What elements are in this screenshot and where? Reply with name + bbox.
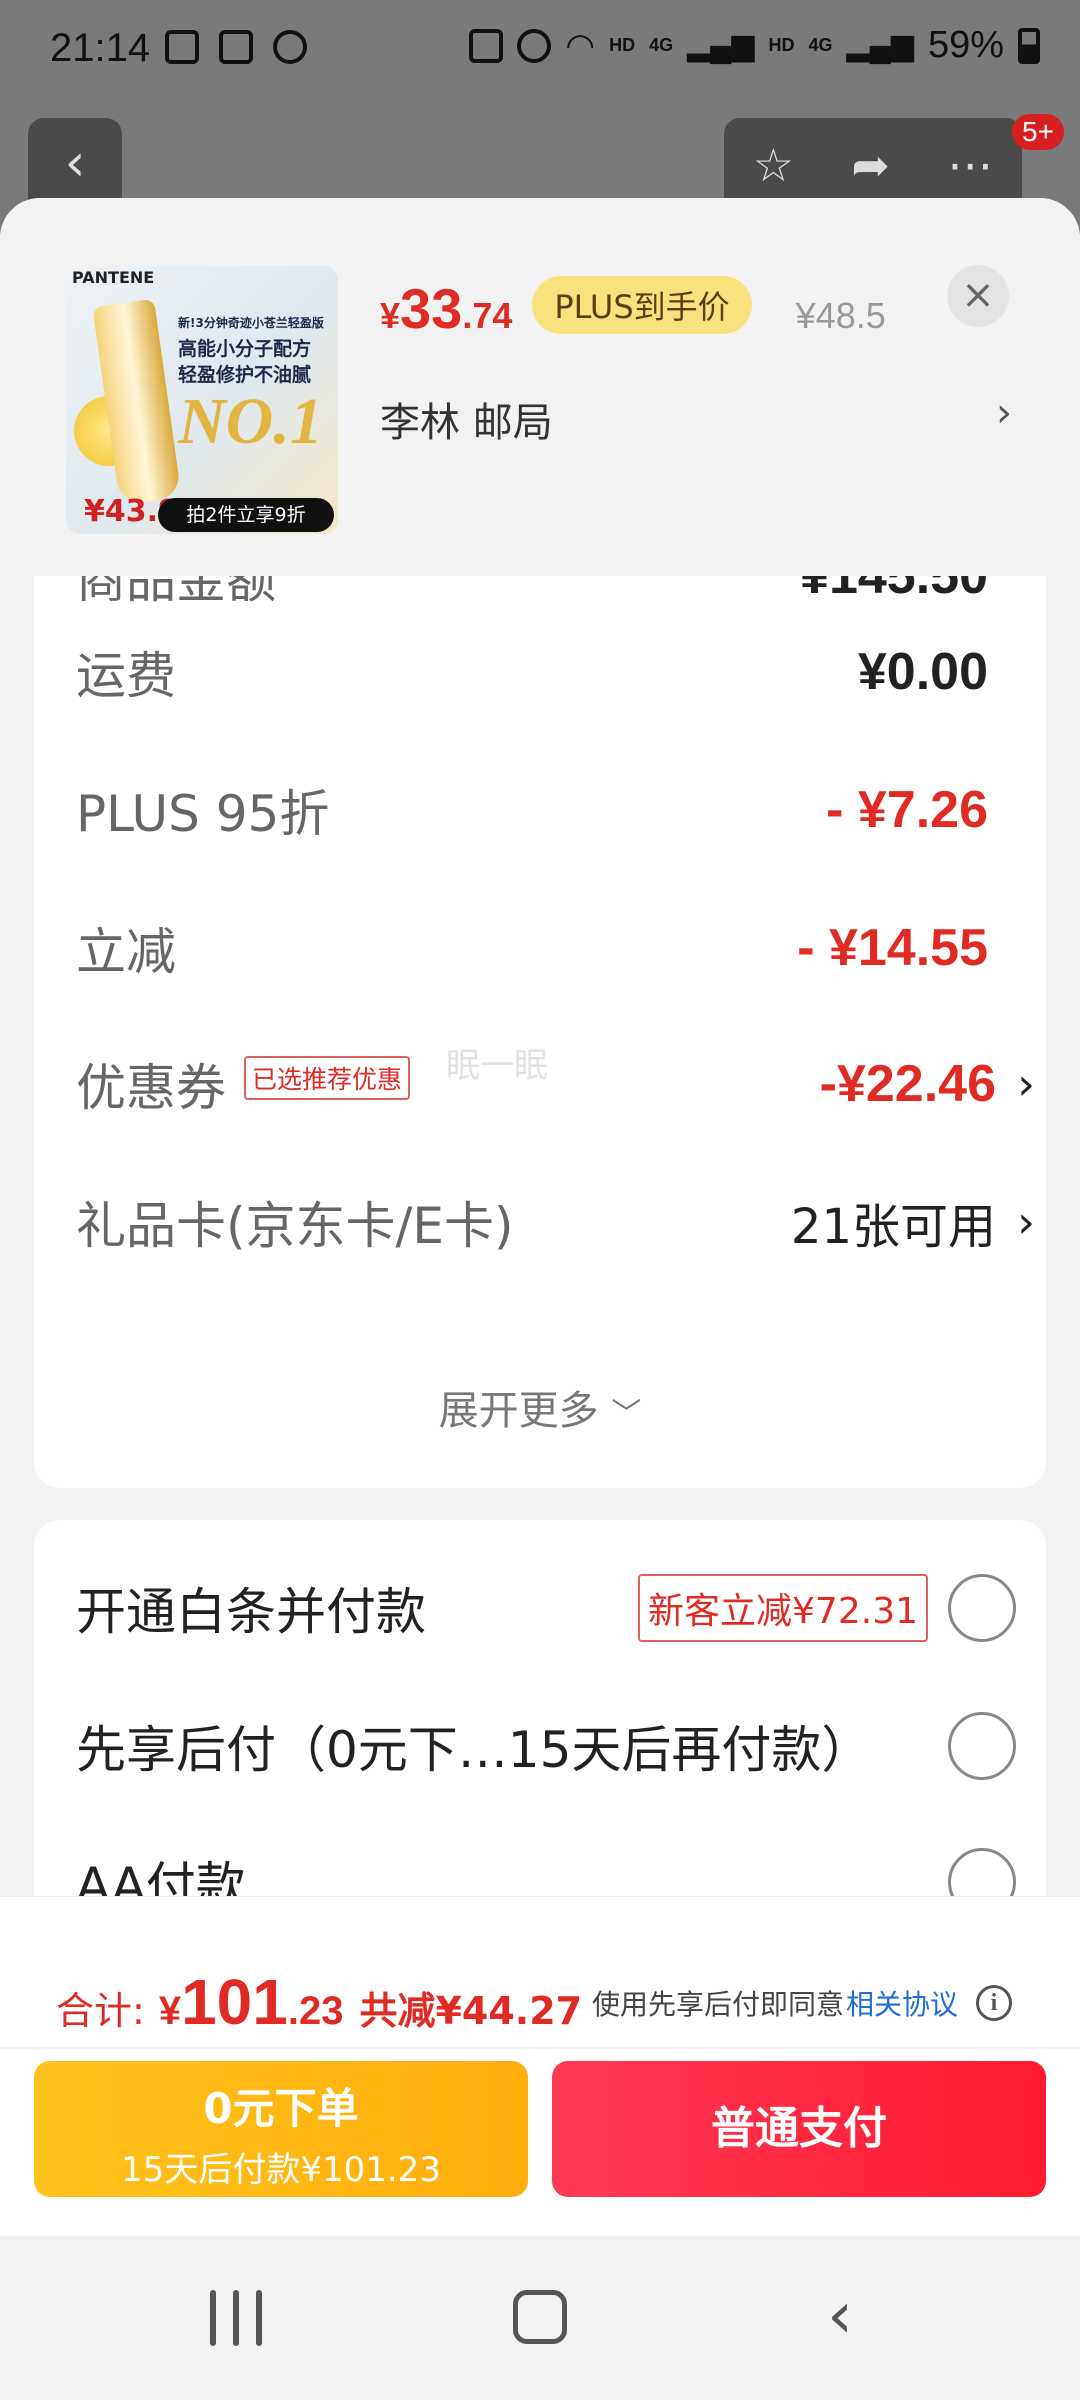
signal-icon-2: ▂▄▆ [846,29,914,62]
notification-badge: 5+ [1012,114,1064,150]
total-label: 合计: [56,1989,145,2033]
thumb-rank: NO.1 [178,385,323,458]
payment-option-pay-later[interactable]: 先享后付（0元下…15天后再付款） [76,1706,1016,1786]
giftcard-label: 礼品卡(京东卡/E卡) [76,1197,514,1255]
seller-row[interactable]: 李林 邮局 › [380,390,1012,448]
payment-option-label: 开通白条并付款 [76,1583,426,1641]
expand-more-button[interactable]: 展开更多 ﹀ [34,1378,1046,1436]
plus-discount-row: PLUS 95折 - ¥7.26 [76,770,988,850]
total-int: 101 [181,1966,288,2038]
zero-down-sublabel: 15天后付款¥101.23 [121,2150,441,2190]
normal-pay-button[interactable]: 普通支付 [552,2061,1046,2197]
checkout-sheet: PANTENE 新!3分钟奇迹小苍兰轻盈版 高能小分子配方 轻盈修护不油腻 NO… [0,198,1080,2400]
info-icon[interactable]: i [976,1985,1012,2021]
product-header: PANTENE 新!3分钟奇迹小苍兰轻盈版 高能小分子配方 轻盈修护不油腻 NO… [0,198,1080,576]
instant-discount-row: 立减 - ¥14.55 [76,908,988,988]
divider [0,2047,1080,2049]
price-row: ¥33.74 PLUS到手价 ¥48.5 [380,276,886,344]
payment-option-label: 先享后付（0元下…15天后再付款） [76,1721,872,1779]
coupon-label-group: 优惠券 已选推荐优惠 [76,1048,411,1120]
price-int: 33 [400,277,463,340]
status-right-icons: ◠ HD 4G ▂▄▆ HD 4G ▂▄▆ 59% [469,24,1040,67]
gallery-icon [165,30,199,64]
coupon-recommended-tag: 已选推荐优惠 [244,1056,411,1100]
network-label-2: 4G [649,35,674,55]
shipping-row: 运费 ¥0.00 [76,632,988,712]
status-time: 21:14 [50,26,151,70]
nav-back-icon[interactable]: ‹ [800,2284,880,2350]
total-dec: .23 [287,1989,344,2033]
total-savings: 共减¥44.27 [359,1989,583,2033]
shipping-label: 运费 [76,647,176,705]
agreement-row: 使用先享后付即同意 相关协议 i [592,1983,1012,2023]
coupon-value-group: -¥22.46 › [820,1054,1036,1114]
coupon-row[interactable]: 优惠券 已选推荐优惠 -¥22.46 › [76,1044,1036,1124]
network-label-4: 4G [808,35,833,55]
thumb-taglines: 新!3分钟奇迹小苍兰轻盈版 高能小分子配方 轻盈修护不油腻 [178,310,324,388]
giftcard-value: 21张可用 [790,1199,996,1255]
total-row: 合计: ¥101.23 共减¥44.27 [56,1965,582,2039]
signal-icon: ▂▄▆ [687,29,755,62]
radio-icon[interactable] [948,1574,1016,1642]
zero-down-order-button[interactable]: 0元下单 15天后付款¥101.23 [34,2061,528,2197]
chevron-right-icon: › [1017,1196,1035,1248]
watermark-text: 眠一眠 [446,1046,548,1086]
plus-discount-label: PLUS 95折 [76,785,330,843]
instant-discount-label: 立减 [76,923,176,981]
battery-percent: 59% [927,24,1004,66]
thumb-tagline-2: 高能小分子配方 [178,338,312,360]
fees-card: 商品金额 ¥145.50 运费 ¥0.00 PLUS 95折 - ¥7.26 立… [34,498,1046,1488]
clock-app-icon [219,30,253,64]
back-icon: ‹ [64,133,86,193]
share-icon[interactable]: ➦ [851,138,890,192]
nav-recent-icon[interactable] [196,2286,276,2350]
qq-icon [273,30,307,64]
status-notification-icons [165,30,307,64]
original-price: ¥48.5 [795,295,886,336]
product-tube-graphic [92,298,182,506]
network-label-3: HD [768,35,795,55]
radio-icon[interactable] [948,1712,1016,1780]
payment-option-baitiao[interactable]: 开通白条并付款 新客立减¥72.31 [76,1568,1016,1648]
giftcard-value-group: 21张可用 › [791,1187,1036,1257]
system-nav-bar: ‹ [0,2236,1080,2400]
status-bar: 21:14 ◠ HD 4G ▂▄▆ HD 4G ▂▄▆ 59% [0,0,1080,100]
chevron-down-icon: ﹀ [611,1397,642,1432]
close-button[interactable]: × [947,265,1009,327]
thumb-tagline-1: 新!3分钟奇迹小苍兰轻盈版 [178,316,324,330]
total-symbol: ¥ [158,1989,182,2033]
expand-more-label: 展开更多 [438,1388,599,1434]
coupon-value: -¥22.46 [819,1055,996,1113]
wifi-icon: ◠ [565,26,596,65]
star-icon[interactable]: ☆ [753,138,794,192]
new-customer-discount-tag: 新客立减¥72.31 [638,1574,928,1642]
instant-discount-value: - ¥14.55 [797,919,988,977]
total-price: ¥101.23 [159,1965,344,2039]
shipping-value: ¥0.00 [857,643,988,701]
chevron-right-icon: › [1017,1058,1035,1110]
chevron-right-icon: › [996,390,1012,436]
alarm-icon [517,28,552,63]
payment-option-right: 新客立减¥72.31 [638,1574,1016,1642]
seller-name: 李林 邮局 [380,400,553,446]
close-icon: × [961,272,995,318]
plus-discount-value: - ¥7.26 [826,781,988,839]
giftcard-row[interactable]: 礼品卡(京东卡/E卡) 21张可用 › [76,1182,1036,1262]
battery-icon [1018,27,1040,64]
thumb-brand: PANTENE [72,268,155,287]
agreement-link[interactable]: 相关协议 [846,1983,958,2023]
thumb-promo-bar: 拍2件立享9折 [158,498,334,532]
more-icon[interactable]: ⋯ [947,138,993,192]
battery-saver-icon [469,28,504,63]
agreement-text: 使用先享后付即同意 [591,1988,844,2021]
price-symbol: ¥ [380,295,401,336]
zero-down-label: 0元下单 [203,2084,359,2133]
network-label-1: HD [609,35,636,55]
price-dec: .74 [462,295,513,336]
plus-price: ¥33.74 [380,276,512,341]
nav-home-icon[interactable] [500,2286,580,2350]
coupon-label: 优惠券 [76,1059,226,1117]
product-thumbnail[interactable]: PANTENE 新!3分钟奇迹小苍兰轻盈版 高能小分子配方 轻盈修护不油腻 NO… [66,266,338,534]
plus-price-chip: PLUS到手价 [532,276,752,334]
